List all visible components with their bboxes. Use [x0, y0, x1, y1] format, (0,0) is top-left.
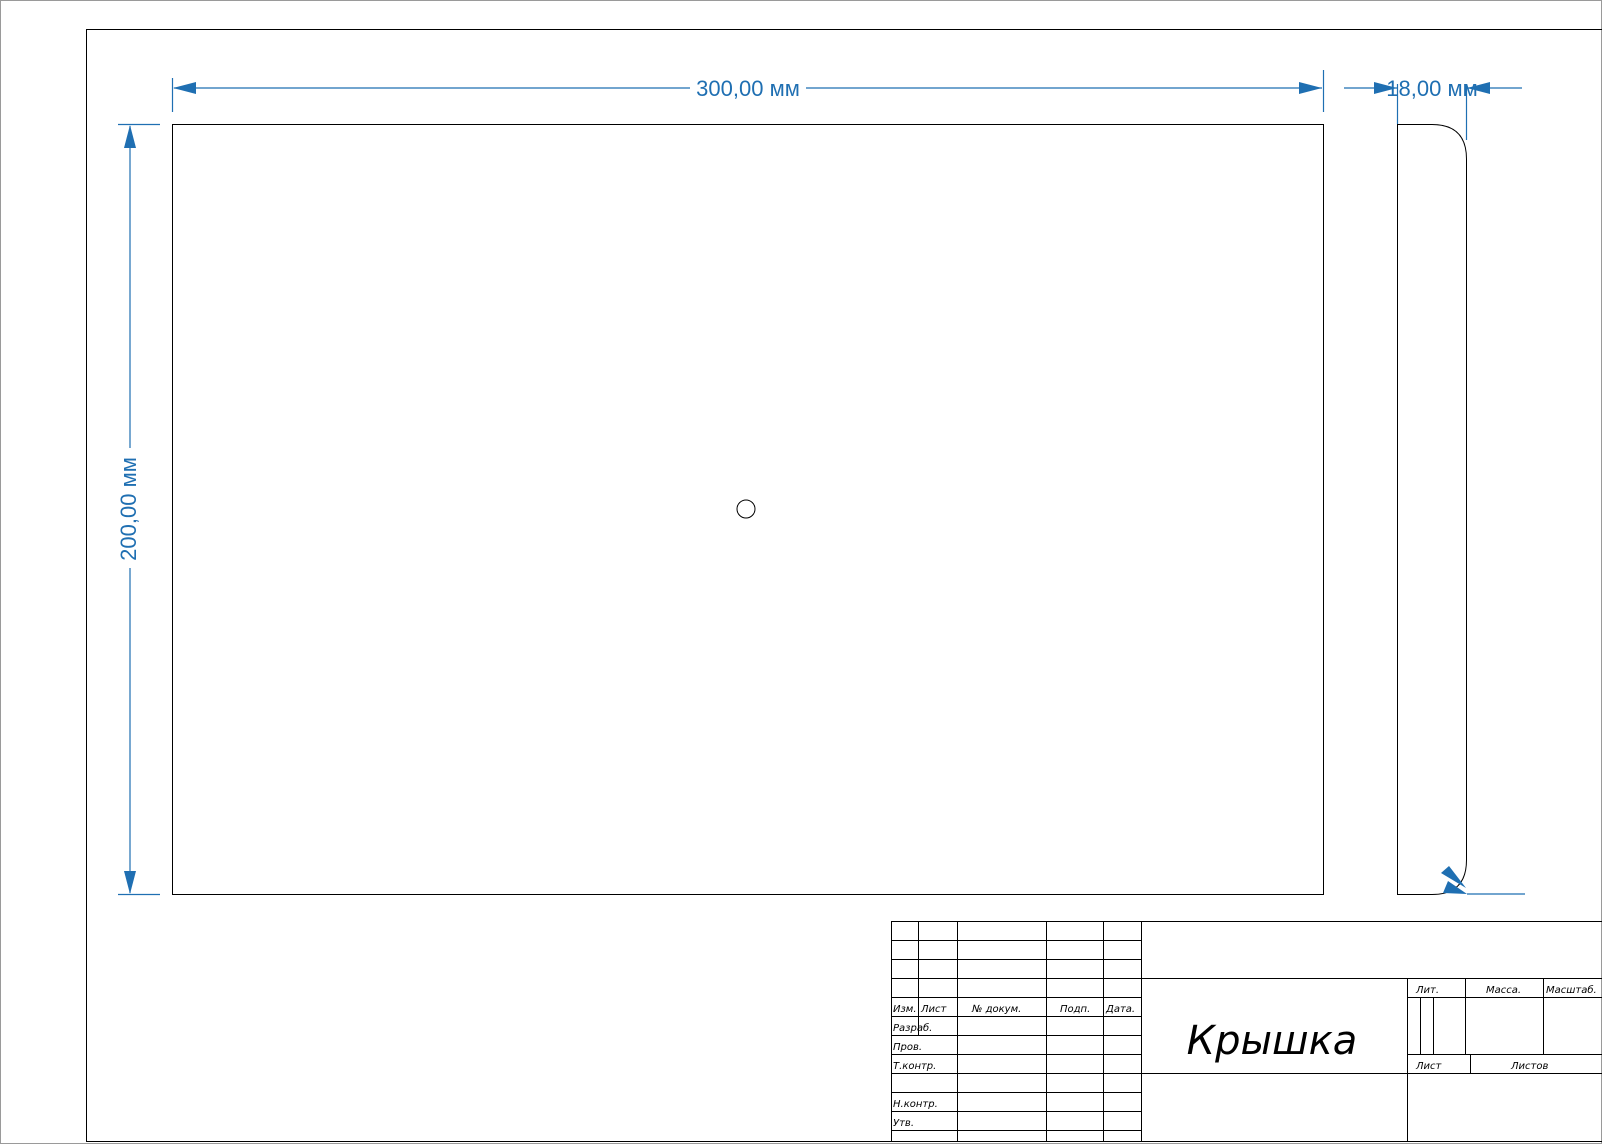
tb-listov-label: Листов — [1510, 1061, 1548, 1072]
drawing-frame — [86, 29, 1602, 1142]
title-block: Изм. Лист № докум. Подп. Дата. Разраб. П… — [891, 921, 1602, 1142]
side-view-outline — [1397, 124, 1467, 895]
tb-header-sign: Подп. — [1060, 1004, 1090, 1015]
tb-masshtab-label: Масштаб. — [1546, 984, 1597, 996]
tb-row-nkontr: Н.контр. — [893, 1099, 938, 1110]
thickness-dimension-label: 18,00 мм — [1386, 76, 1477, 101]
tb-header-doc: № докум. — [971, 1004, 1021, 1015]
tb-row-razrab: Разраб. — [893, 1022, 932, 1034]
sheet-outer-border — [0, 0, 1602, 1144]
width-dimension-label: 300,00 мм — [696, 76, 800, 101]
tb-header-date: Дата. — [1105, 1004, 1135, 1015]
tb-lit-label: Лит. — [1415, 985, 1439, 996]
height-dimension: 200,00 мм — [116, 123, 160, 896]
front-view-outline — [172, 124, 1324, 895]
height-dimension-label: 200,00 мм — [116, 457, 141, 561]
tb-header-list: Лист — [920, 1004, 948, 1015]
thickness-dimension: 18,00 мм — [1344, 76, 1522, 140]
tb-row-utv: Утв. — [893, 1118, 914, 1129]
center-hole — [736, 499, 756, 519]
drawing-sheet: 300,00 мм 200,00 мм 18,00 мм Изм. Лист №… — [0, 0, 1602, 1144]
tb-row-tkontr: Т.контр. — [893, 1061, 936, 1072]
width-dimension: 300,00 мм — [171, 70, 1325, 112]
tb-massa-label: Масса. — [1486, 985, 1521, 996]
radius-leader — [1441, 866, 1525, 895]
tb-header-izm: Изм. — [893, 1004, 917, 1015]
tb-list-label: Лист — [1415, 1061, 1443, 1072]
drawing-title: Крышка — [1187, 1018, 1358, 1064]
tb-row-prov: Пров. — [893, 1042, 922, 1053]
